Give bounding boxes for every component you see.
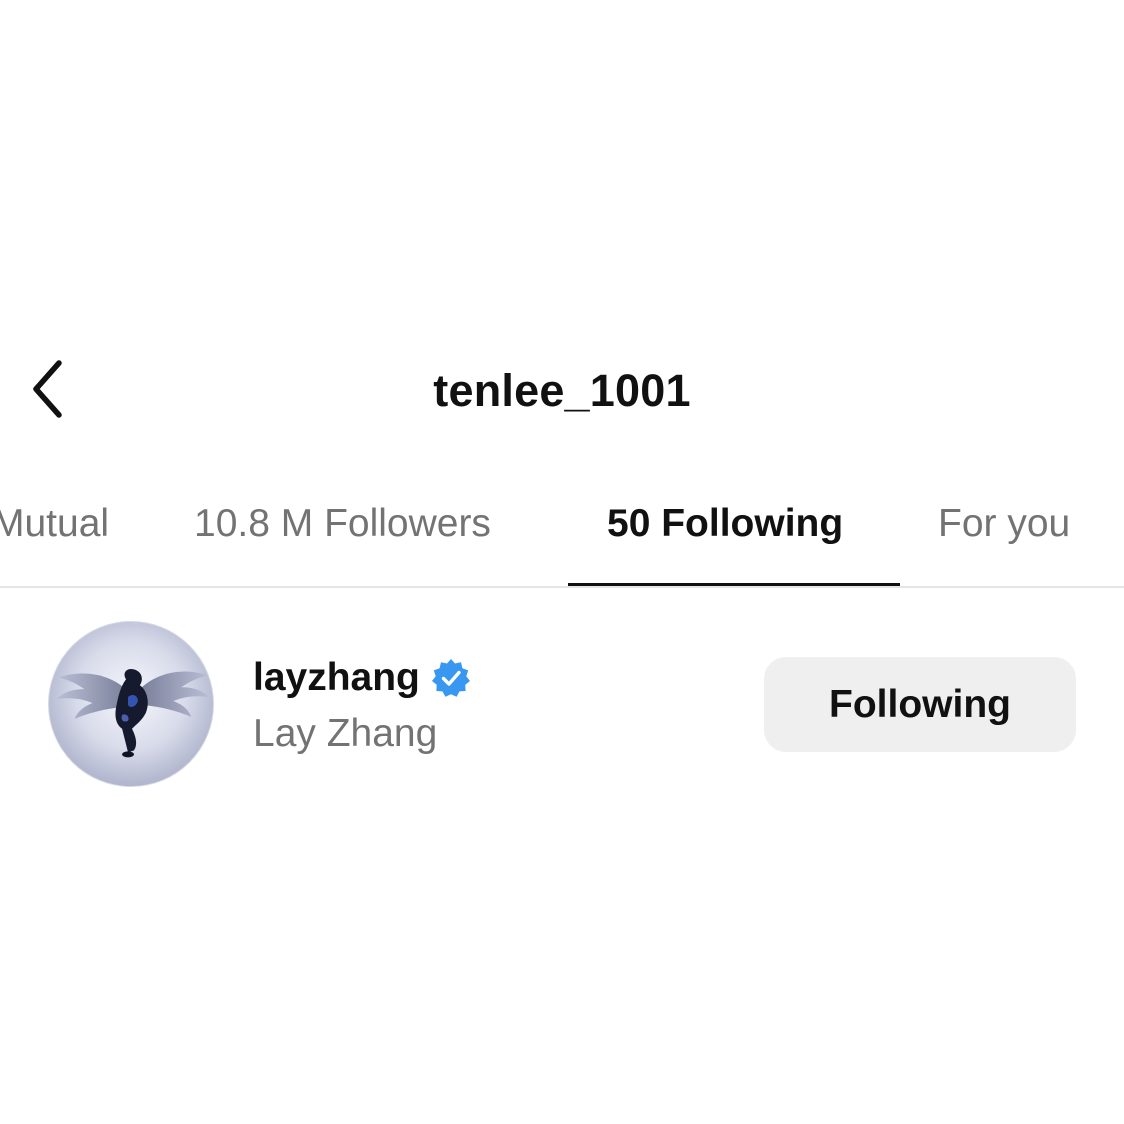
- active-tab-indicator: [568, 583, 900, 586]
- username-row[interactable]: layzhang: [253, 654, 472, 702]
- tabs-divider: [0, 586, 1124, 588]
- username: layzhang: [253, 656, 420, 699]
- tab-mutual[interactable]: Mutual: [0, 496, 109, 552]
- winged-figure-avatar: [49, 622, 213, 786]
- tab-following[interactable]: 50 Following: [607, 496, 843, 552]
- list-item: layzhang Lay Zhang Following: [0, 610, 1124, 800]
- page-title: tenlee_1001: [433, 365, 691, 416]
- verified-badge-icon: [430, 657, 472, 699]
- avatar[interactable]: [48, 621, 214, 787]
- tab-bar: Mutual 10.8 M Followers 50 Following For…: [0, 496, 1124, 552]
- tab-followers[interactable]: 10.8 M Followers: [194, 496, 491, 552]
- following-button[interactable]: Following: [764, 657, 1076, 752]
- tab-for-you[interactable]: For you: [938, 496, 1070, 552]
- full-name: Lay Zhang: [253, 712, 438, 755]
